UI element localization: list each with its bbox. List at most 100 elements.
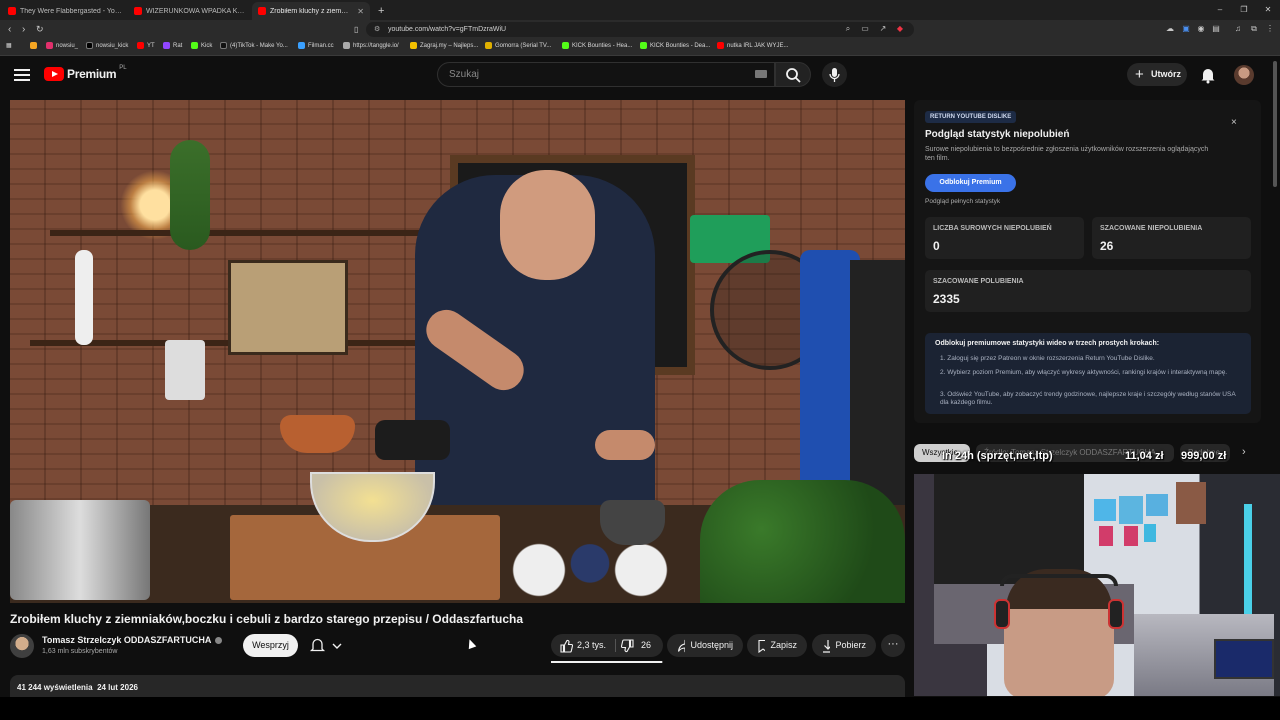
dislike-button[interactable]: 26: [621, 634, 651, 657]
maximize-button[interactable]: ❐: [1232, 0, 1256, 20]
keyboard-icon[interactable]: [755, 70, 767, 78]
notification-settings-button[interactable]: [304, 634, 350, 657]
tab-title: Zrobiłem kluchy z ziemniakó: [270, 7, 352, 15]
close-window-button[interactable]: ✕: [1256, 0, 1280, 20]
browser-tab[interactable]: WIZERUNKOWA WPADKA KLUBU Pi: [128, 2, 252, 20]
account-avatar[interactable]: [1234, 65, 1254, 85]
reload-icon[interactable]: ↻: [36, 23, 44, 36]
menu-dots-icon[interactable]: ⋮: [1265, 24, 1275, 34]
youtube-premium-logo[interactable]: Premium PL: [44, 65, 127, 81]
hamburger-menu-icon[interactable]: [14, 66, 30, 82]
instagram-icon: [46, 42, 53, 49]
step-item: 1. Zaloguj się przez Patreon w oknie roz…: [940, 355, 1155, 362]
bookmark-label: YT: [147, 42, 155, 49]
download-icon: [823, 639, 831, 653]
bookmark-item[interactable]: (4)TikTok - Make Yo...: [220, 42, 288, 49]
video-meta: 41 244 wyświetlenia 24 lut 2026: [17, 683, 138, 692]
stat-label: SZACOWANE POLUBIENIA: [933, 278, 1024, 285]
bookmark-favicon-icon: [298, 42, 305, 49]
microphone-icon: [829, 68, 840, 82]
description-box[interactable]: [10, 675, 905, 697]
save-icon: [758, 639, 766, 653]
bookmark-item[interactable]: nowsiu_kick: [86, 42, 128, 49]
extension-icon[interactable]: ◆: [895, 24, 905, 34]
more-actions-button[interactable]: ···: [881, 634, 905, 657]
bookmark-item[interactable]: Kick: [191, 42, 212, 49]
site-info-icon[interactable]: ⚙: [374, 22, 380, 37]
bell-icon: [1201, 69, 1215, 84]
close-tab-icon[interactable]: ✕: [357, 7, 364, 16]
create-button[interactable]: + Utwórz: [1127, 63, 1187, 86]
bookmark-icon[interactable]: ▯: [354, 23, 358, 36]
download-button[interactable]: Pobierz: [812, 634, 876, 657]
x-icon: [86, 42, 93, 49]
tiktok-icon: [220, 42, 227, 49]
channel-name[interactable]: Tomasz Strzelczyk ODDASZFARTUCHA: [42, 635, 223, 645]
bookmark-item[interactable]: Filman.cc: [298, 42, 334, 49]
share-icon[interactable]: ↗: [878, 24, 888, 34]
minimize-button[interactable]: –: [1208, 0, 1232, 20]
notifications-button[interactable]: [1199, 66, 1217, 84]
apps-icon[interactable]: ▦: [6, 42, 12, 49]
media-icon[interactable]: ♫: [1233, 24, 1243, 34]
browser-tab[interactable]: They Were Flabbergasted - YouTube: [2, 2, 128, 20]
extension-icon[interactable]: ▣: [1181, 24, 1191, 34]
bookmark-item[interactable]: KICK Bounties - Dea...: [640, 42, 710, 49]
bookmark-label: (4)TikTok - Make Yo...: [230, 42, 288, 49]
browser-tab-active[interactable]: Zrobiłem kluchy z ziemniakó ✕: [252, 2, 370, 20]
bookmark-item[interactable]: nowsiu_: [46, 42, 78, 49]
extensions-icon[interactable]: ⧉: [1249, 24, 1259, 34]
bookmark-item[interactable]: Rat: [163, 42, 182, 49]
extension-icon[interactable]: ☁: [1165, 24, 1175, 34]
ryd-description: Surowe niepolubienia to bezpośrednie zgł…: [925, 146, 1209, 162]
ryd-badge: RETURN YOUTUBE DISLIKE: [925, 111, 1017, 123]
new-tab-button[interactable]: +: [372, 2, 388, 20]
back-icon[interactable]: ‹: [8, 23, 11, 36]
like-button[interactable]: 2,3 tys.: [551, 634, 613, 657]
channel-avatar[interactable]: [10, 634, 34, 658]
subscriber-count: 1,63 mln subskrybentów: [42, 648, 118, 655]
unlock-premium-button[interactable]: Odblokuj Premium: [925, 174, 1016, 192]
brand-name: Premium: [67, 67, 117, 81]
scrollbar-thumb[interactable]: [1273, 61, 1277, 187]
extension-icon[interactable]: ▤: [1211, 24, 1221, 34]
voice-search-button[interactable]: [822, 62, 847, 87]
youtube-icon: [258, 7, 266, 15]
url-text: youtube.com/watch?v=gFTmDzraWiU: [388, 26, 507, 33]
cast-icon[interactable]: ▭: [860, 24, 870, 34]
bookmark-item[interactable]: YT: [137, 42, 155, 49]
chevron-right-icon[interactable]: ›: [1242, 446, 1246, 458]
video-player[interactable]: SHA GO: [10, 100, 905, 603]
zoom-icon[interactable]: ⌕: [843, 24, 853, 34]
support-button[interactable]: Wesprzyj: [243, 634, 298, 657]
close-icon[interactable]: ×: [1231, 117, 1237, 128]
share-button[interactable]: Udostępnij: [667, 634, 743, 657]
region-code: PL: [119, 65, 127, 71]
mouse-cursor-icon: [465, 637, 477, 650]
ryd-title: Podgląd statystyk niepolubień: [925, 129, 1070, 140]
extension-icon[interactable]: ◉: [1196, 24, 1206, 34]
goal-current: 11,04 zł: [1125, 450, 1164, 462]
forward-icon[interactable]: ›: [22, 23, 25, 36]
upload-date: 24 lut 2026: [97, 683, 138, 692]
bookmark-item[interactable]: Gomorra (Serial TV...: [485, 42, 551, 49]
bookmark-item[interactable]: https://tanggle.io/: [343, 42, 399, 49]
address-bar[interactable]: ⚙ youtube.com/watch?v=gFTmDzraWiU: [366, 22, 914, 37]
bookmark-label: nowsiu_: [56, 42, 79, 49]
like-count: 2,3 tys.: [577, 640, 607, 650]
save-button[interactable]: Zapisz: [747, 634, 807, 657]
bookmark-item[interactable]: nutka IRL JAK WYJE...: [717, 42, 788, 49]
more-dots-icon: ···: [887, 638, 899, 650]
stream-overlay-goal: In 24h (sprzęt,net,ltp) 11,04 zł 999,00 …: [942, 450, 1242, 466]
bookmark-item[interactable]: Zagraj.my – Najleps...: [410, 42, 478, 49]
bookmark-label: nutka IRL JAK WYJE...: [727, 42, 789, 49]
bookmark-item[interactable]: KICK Bounties - Hea...: [562, 42, 632, 49]
bookmark-label: nowsiu_kick: [96, 42, 129, 49]
bookmark-item[interactable]: [30, 42, 37, 49]
save-label: Zapisz: [770, 640, 797, 650]
youtube-header: Premium PL Szukaj + Utwórz: [0, 57, 1270, 93]
browser-toolbar: ‹ › ↻ ▯ ⚙ youtube.com/watch?v=gFTmDzraWi…: [0, 20, 1280, 39]
search-input[interactable]: Szukaj: [437, 62, 775, 87]
search-button[interactable]: [775, 62, 811, 87]
download-label: Pobierz: [835, 640, 866, 650]
